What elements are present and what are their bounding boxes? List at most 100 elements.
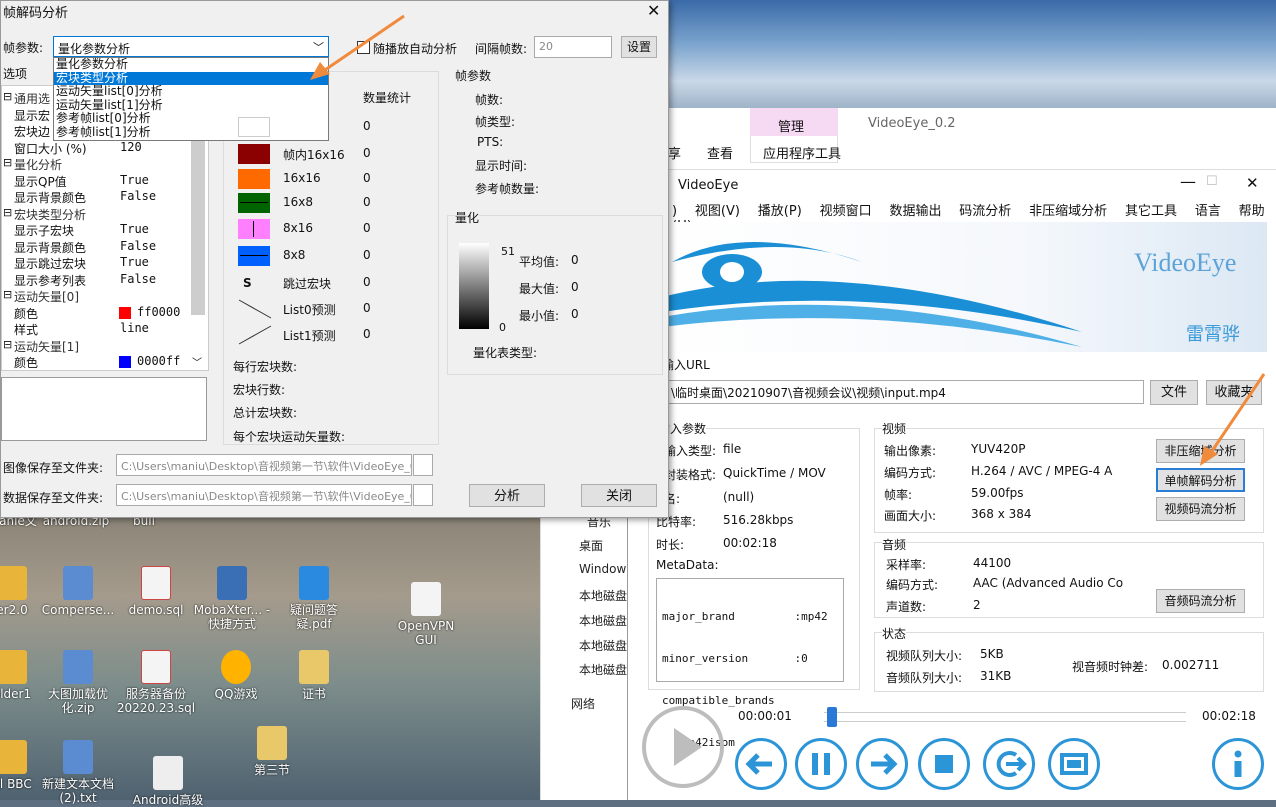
nav-item-disk[interactable]: 本地磁盘: [579, 637, 627, 654]
tree-category[interactable]: 运动矢量[0]: [14, 288, 79, 305]
interval-input[interactable]: 20: [534, 36, 612, 58]
tree-category[interactable]: 通用选: [14, 90, 50, 107]
minimize-icon[interactable]: —: [1180, 172, 1196, 191]
dialog-close-icon[interactable]: ✕: [647, 1, 660, 20]
tree-property-value[interactable]: 120: [120, 140, 142, 154]
tree-property-value[interactable]: True: [120, 222, 149, 236]
save-image-path[interactable]: C:\Users\maniu\Desktop\音视频第一节\软件\VideoEy…: [116, 454, 412, 476]
menu-other-tools[interactable]: 其它工具: [1125, 204, 1177, 219]
desktop-icon[interactable]: 第三节: [232, 726, 312, 777]
tree-expand-icon[interactable]: ⊟: [3, 288, 12, 301]
nav-item-disk[interactable]: 本地磁盘: [579, 661, 627, 678]
desktop-icon[interactable]: 大图加载优化.zip: [38, 650, 118, 715]
tree-category[interactable]: 宏块类型分析: [14, 206, 86, 223]
desktop-icon[interactable]: 服务器备份20220.23.sql: [116, 650, 196, 715]
nav-item-desktop[interactable]: 桌面: [579, 537, 603, 554]
desktop-icon[interactable]: OpenVPN GUI: [386, 582, 466, 647]
desktop-icon[interactable]: MobaXter... - 快捷方式: [192, 566, 272, 631]
audio-stream-analysis-button[interactable]: 音频码流分析: [1156, 589, 1245, 613]
dropdown-option[interactable]: 运动矢量list[0]分析: [54, 85, 328, 99]
tab-manage[interactable]: 管理: [778, 116, 804, 135]
close-button[interactable]: 关闭: [581, 484, 657, 507]
menu-play[interactable]: 播放(P): [758, 204, 802, 219]
desktop-icon[interactable]: Comperse...: [38, 566, 118, 617]
tree-property-name[interactable]: 窗口大小 (%): [14, 140, 87, 157]
tree-property-name[interactable]: 显示背景颜色: [14, 189, 86, 206]
tree-property-name[interactable]: 显示子宏块: [14, 222, 74, 239]
tree-property-name[interactable]: 宏块边: [14, 123, 50, 140]
menu-stream-analysis[interactable]: 码流分析: [959, 204, 1011, 219]
replay-button[interactable]: [983, 738, 1035, 790]
tree-property-value[interactable]: False: [120, 272, 156, 286]
stop-button[interactable]: [918, 738, 970, 790]
url-input[interactable]: \临时桌面\20210907\音视频会议\视频\input.mp4: [666, 380, 1144, 404]
menu-video-window[interactable]: 视频窗口: [820, 204, 872, 219]
seek-thumb[interactable]: [826, 707, 837, 727]
tab-share[interactable]: 享: [668, 143, 681, 162]
browse-image-button[interactable]: [413, 454, 433, 476]
dropdown-option[interactable]: 运动矢量list[1]分析: [54, 98, 328, 113]
tree-property-value[interactable]: True: [120, 255, 149, 269]
nav-item-windows[interactable]: Window: [579, 562, 626, 576]
browse-data-button[interactable]: [413, 484, 433, 506]
dropdown-option[interactable]: 量化参数分析: [54, 58, 328, 72]
desktop-icon[interactable]: QQ游戏: [196, 650, 276, 701]
tree-property-name[interactable]: 显示跳过宏块: [14, 255, 86, 272]
tab-view[interactable]: 查看: [707, 143, 733, 162]
tree-property-value[interactable]: line: [120, 321, 149, 335]
settings-button[interactable]: 设置: [621, 36, 657, 58]
tree-property-name[interactable]: 颜色: [14, 305, 38, 322]
tree-category[interactable]: 运动矢量[1]: [14, 338, 79, 355]
nav-item-disk[interactable]: 本地磁盘: [579, 587, 627, 604]
analyze-button[interactable]: 分析: [469, 484, 545, 507]
prev-frame-button[interactable]: [735, 738, 787, 790]
dropdown-option-highlighted[interactable]: 宏块类型分析: [54, 71, 328, 85]
chevron-down-icon[interactable]: ﹀: [192, 354, 202, 369]
dropdown-option[interactable]: 参考帧list[1]分析: [54, 125, 328, 140]
video-stream-analysis-button[interactable]: 视频码流分析: [1156, 497, 1245, 521]
tab-app-tools[interactable]: 应用程序工具: [763, 143, 841, 162]
tree-property-name[interactable]: 显示背景颜色: [14, 239, 86, 256]
fullscreen-button[interactable]: [1048, 738, 1100, 790]
desktop-icon[interactable]: demo.sql: [116, 566, 196, 617]
nav-item-disk[interactable]: 本地磁盘: [579, 612, 627, 629]
menu-language[interactable]: 语言: [1195, 204, 1221, 219]
tree-property-name[interactable]: 显示QP值: [14, 173, 67, 190]
close-icon[interactable]: ✕: [1246, 174, 1259, 192]
maximize-icon[interactable]: ☐: [1206, 174, 1218, 189]
tree-property-value[interactable]: False: [120, 239, 156, 253]
tree-property-name[interactable]: 样式: [14, 321, 38, 338]
metadata-textbox[interactable]: major_brand :mp42 minor_version :0 compa…: [656, 578, 844, 749]
desktop-icon[interactable]: 证书: [274, 650, 354, 701]
menu-data-output[interactable]: 数据输出: [889, 204, 941, 219]
tree-expand-icon[interactable]: ⊟: [3, 338, 12, 351]
tree-expand-icon[interactable]: ⊟: [3, 90, 12, 103]
desktop-icon[interactable]: 新建文本文档(2).txt: [38, 740, 118, 805]
dropdown-option[interactable]: 参考帧list[0]分析: [54, 112, 328, 126]
tree-property-value[interactable]: ff0000: [137, 305, 180, 319]
tree-expand-icon[interactable]: ⊟: [3, 206, 12, 219]
tree-property-name[interactable]: 显示参考列表: [14, 272, 86, 289]
duration-label: 时长:: [656, 538, 685, 552]
tree-property-name[interactable]: 颜色: [14, 354, 38, 371]
seek-track[interactable]: [824, 712, 1186, 722]
menu-view[interactable]: 视图(V): [695, 204, 740, 219]
nav-item-network[interactable]: 网络: [571, 695, 595, 712]
desktop-icon[interactable]: Android高级: [128, 756, 208, 807]
menu-raw-analysis[interactable]: 非压缩域分析: [1029, 204, 1107, 219]
info-button[interactable]: [1212, 738, 1264, 790]
save-data-path[interactable]: C:\Users\maniu\Desktop\音视频第一节\软件\VideoEy…: [116, 484, 412, 506]
tree-property-value[interactable]: 0000ff: [137, 354, 180, 368]
tree-property-value[interactable]: False: [120, 189, 156, 203]
tree-property-name[interactable]: 显示宏: [14, 107, 50, 124]
frame-param-select[interactable]: 量化参数分析 ﹀: [53, 36, 329, 57]
tree-property-value[interactable]: True: [120, 173, 149, 187]
desktop-icon[interactable]: 疑问题答疑.pdf: [274, 566, 354, 631]
next-frame-button[interactable]: [856, 738, 908, 790]
tree-category[interactable]: 量化分析: [14, 156, 62, 173]
play-button[interactable]: [642, 706, 724, 788]
menu-item[interactable]: ): [672, 204, 677, 219]
tree-expand-icon[interactable]: ⊟: [3, 156, 12, 169]
pause-button[interactable]: [795, 738, 847, 790]
single-frame-decode-button[interactable]: 单帧解码分析: [1156, 468, 1245, 492]
